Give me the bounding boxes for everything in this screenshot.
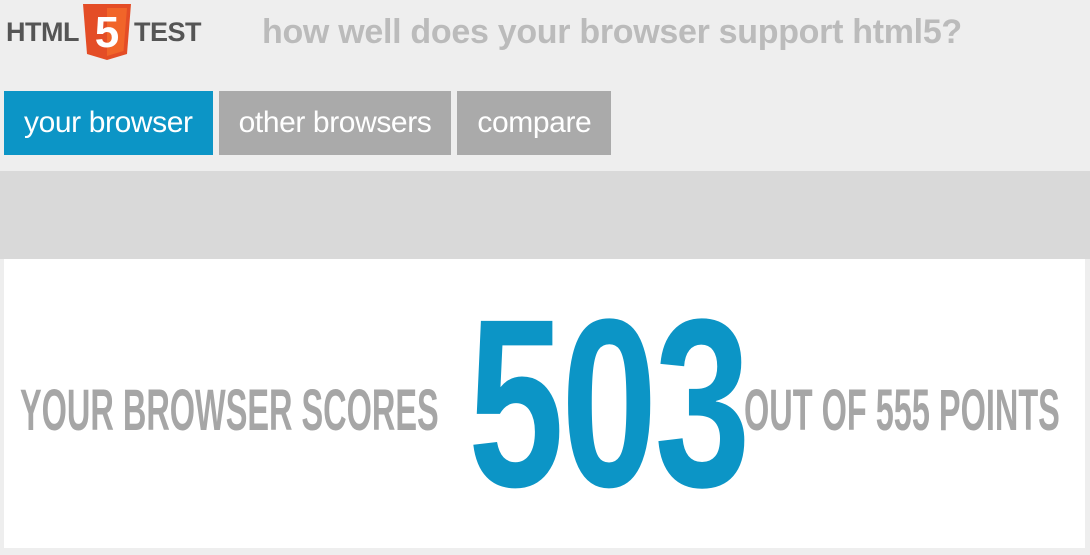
score-value: 503 bbox=[468, 269, 751, 537]
tab-compare[interactable]: compare bbox=[457, 91, 612, 155]
logo-badge-number: 5 bbox=[95, 8, 119, 57]
logo-text-html: HTML bbox=[6, 16, 79, 47]
tab-other-browsers[interactable]: other browsers bbox=[218, 91, 452, 155]
score-panel: YOUR BROWSER SCORES 503 OUT OF 555 POINT… bbox=[4, 259, 1085, 548]
html5-shield-icon: 5 bbox=[82, 4, 131, 60]
logo-text-test: TEST bbox=[133, 16, 202, 47]
section-divider-band bbox=[0, 171, 1090, 259]
site-header: HTML 5 TEST how well does your browser s… bbox=[0, 0, 1090, 72]
site-tagline: how well does your browser support html5… bbox=[262, 13, 962, 51]
score-prefix-text: YOUR BROWSER SCORES bbox=[20, 378, 439, 443]
main-nav: your browser other browsers compare bbox=[4, 91, 617, 155]
tab-your-browser[interactable]: your browser bbox=[4, 91, 213, 155]
score-suffix-text: OUT OF 555 POINTS bbox=[744, 378, 1060, 443]
html5test-logo[interactable]: HTML 5 TEST bbox=[6, 4, 202, 60]
